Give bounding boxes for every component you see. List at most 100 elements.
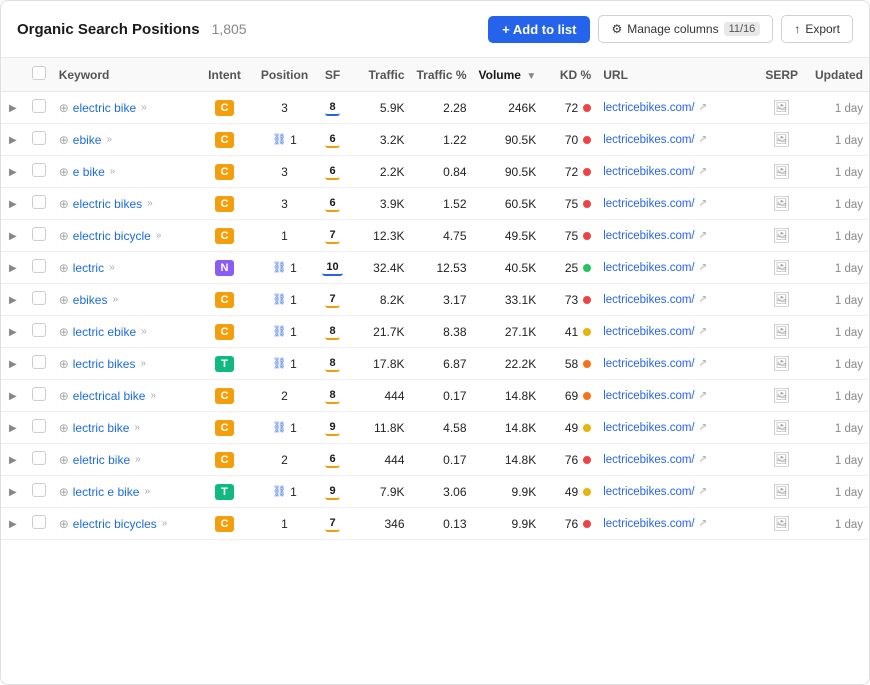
row-checkbox[interactable]	[32, 355, 46, 369]
expand-button[interactable]: ▶	[7, 485, 19, 500]
row-checkbox[interactable]	[32, 483, 46, 497]
serp-icon[interactable]: 🖼	[773, 515, 791, 531]
row-checkbox[interactable]	[32, 259, 46, 273]
row-checkbox[interactable]	[32, 515, 46, 529]
keyword-text[interactable]: electric bikes	[73, 197, 142, 211]
expand-button[interactable]: ▶	[7, 293, 19, 308]
add-keyword-icon[interactable]: ⊕	[59, 453, 69, 467]
th-sf[interactable]: SF	[315, 58, 351, 92]
th-intent[interactable]: Intent	[195, 58, 255, 92]
th-position[interactable]: Position	[255, 58, 315, 92]
row-checkbox[interactable]	[32, 323, 46, 337]
keyword-text[interactable]: electrical bike	[73, 389, 146, 403]
url-link[interactable]: lectricebikes.com/	[603, 198, 694, 210]
expand-button[interactable]: ▶	[7, 357, 19, 372]
url-link[interactable]: lectricebikes.com/	[603, 390, 694, 402]
add-keyword-icon[interactable]: ⊕	[59, 293, 69, 307]
add-keyword-icon[interactable]: ⊕	[59, 261, 69, 275]
keyword-text[interactable]: lectric bikes	[73, 357, 136, 371]
url-link[interactable]: lectricebikes.com/	[603, 230, 694, 242]
expand-button[interactable]: ▶	[7, 389, 19, 404]
manage-columns-button[interactable]: ⚙ Manage columns 11/16	[598, 15, 773, 43]
th-volume[interactable]: Volume ▼	[473, 58, 543, 92]
expand-button[interactable]: ▶	[7, 325, 19, 340]
url-link[interactable]: lectricebikes.com/	[603, 518, 694, 530]
expand-button[interactable]: ▶	[7, 517, 19, 532]
serp-icon[interactable]: 🖼	[773, 291, 791, 307]
serp-icon[interactable]: 🖼	[773, 387, 791, 403]
row-checkbox[interactable]	[32, 451, 46, 465]
url-link[interactable]: lectricebikes.com/	[603, 262, 694, 274]
keyword-text[interactable]: lectric e bike	[73, 485, 140, 499]
expand-button[interactable]: ▶	[7, 197, 19, 212]
add-keyword-icon[interactable]: ⊕	[59, 197, 69, 211]
url-link[interactable]: lectricebikes.com/	[603, 326, 694, 338]
add-keyword-icon[interactable]: ⊕	[59, 389, 69, 403]
row-checkbox[interactable]	[32, 387, 46, 401]
url-link[interactable]: lectricebikes.com/	[603, 166, 694, 178]
url-link[interactable]: lectricebikes.com/	[603, 454, 694, 466]
keyword-text[interactable]: electric bike	[73, 101, 136, 115]
serp-icon[interactable]: 🖼	[773, 99, 791, 115]
th-traffic-pct[interactable]: Traffic %	[411, 58, 473, 92]
keyword-text[interactable]: eletric bike	[73, 453, 130, 467]
serp-icon[interactable]: 🖼	[773, 451, 791, 467]
keyword-text[interactable]: ebike	[73, 133, 102, 147]
keyword-text[interactable]: electric bicycle	[73, 229, 151, 243]
th-url[interactable]: URL	[597, 58, 759, 92]
add-keyword-icon[interactable]: ⊕	[59, 357, 69, 371]
add-keyword-icon[interactable]: ⊕	[59, 517, 69, 531]
expand-button[interactable]: ▶	[7, 229, 19, 244]
serp-icon[interactable]: 🖼	[773, 259, 791, 275]
serp-icon[interactable]: 🖼	[773, 323, 791, 339]
th-keyword[interactable]: Keyword	[53, 58, 195, 92]
expand-button[interactable]: ▶	[7, 453, 19, 468]
add-keyword-icon[interactable]: ⊕	[59, 485, 69, 499]
serp-icon[interactable]: 🖼	[773, 355, 791, 371]
th-select-all[interactable]	[25, 58, 53, 92]
th-updated[interactable]: Updated	[804, 58, 869, 92]
add-keyword-icon[interactable]: ⊕	[59, 165, 69, 179]
url-link[interactable]: lectricebikes.com/	[603, 422, 694, 434]
url-link[interactable]: lectricebikes.com/	[603, 294, 694, 306]
url-link[interactable]: lectricebikes.com/	[603, 358, 694, 370]
add-keyword-icon[interactable]: ⊕	[59, 133, 69, 147]
add-keyword-icon[interactable]: ⊕	[59, 229, 69, 243]
expand-button[interactable]: ▶	[7, 165, 19, 180]
select-all-checkbox[interactable]	[32, 66, 46, 80]
row-checkbox[interactable]	[32, 291, 46, 305]
serp-icon[interactable]: 🖼	[773, 195, 791, 211]
url-link[interactable]: lectricebikes.com/	[603, 486, 694, 498]
serp-icon[interactable]: 🖼	[773, 483, 791, 499]
expand-button[interactable]: ▶	[7, 421, 19, 436]
expand-button[interactable]: ▶	[7, 133, 19, 148]
export-button[interactable]: ↑ Export	[781, 15, 853, 43]
th-serp[interactable]: SERP	[759, 58, 804, 92]
serp-icon[interactable]: 🖼	[773, 419, 791, 435]
keyword-text[interactable]: electric bicycles	[73, 517, 157, 531]
keyword-text[interactable]: lectric bike	[73, 421, 130, 435]
expand-button[interactable]: ▶	[7, 261, 19, 276]
add-to-list-button[interactable]: + Add to list	[488, 16, 590, 43]
serp-icon[interactable]: 🖼	[773, 227, 791, 243]
row-checkbox[interactable]	[32, 227, 46, 241]
row-checkbox[interactable]	[32, 419, 46, 433]
th-kd[interactable]: KD %	[542, 58, 597, 92]
keyword-text[interactable]: lectric ebike	[73, 325, 136, 339]
th-traffic[interactable]: Traffic	[351, 58, 411, 92]
row-checkbox[interactable]	[32, 195, 46, 209]
add-keyword-icon[interactable]: ⊕	[59, 325, 69, 339]
serp-icon[interactable]: 🖼	[773, 163, 791, 179]
keyword-text[interactable]: ebikes	[73, 293, 108, 307]
row-checkbox[interactable]	[32, 131, 46, 145]
keyword-text[interactable]: lectric	[73, 261, 104, 275]
add-keyword-icon[interactable]: ⊕	[59, 421, 69, 435]
expand-button[interactable]: ▶	[7, 101, 19, 116]
url-link[interactable]: lectricebikes.com/	[603, 102, 694, 114]
row-checkbox[interactable]	[32, 163, 46, 177]
keyword-text[interactable]: e bike	[73, 165, 105, 179]
serp-icon[interactable]: 🖼	[773, 131, 791, 147]
add-keyword-icon[interactable]: ⊕	[59, 101, 69, 115]
url-link[interactable]: lectricebikes.com/	[603, 134, 694, 146]
row-checkbox[interactable]	[32, 99, 46, 113]
